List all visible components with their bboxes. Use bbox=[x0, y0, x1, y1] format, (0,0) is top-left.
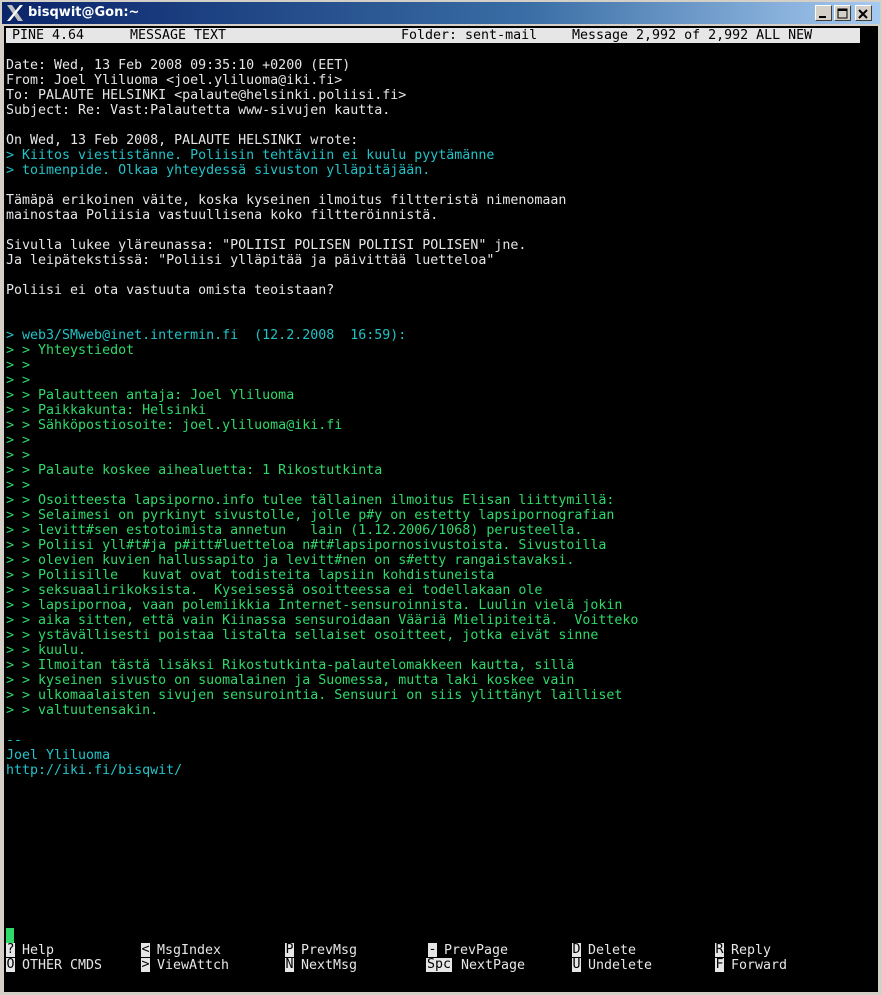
close-icon bbox=[858, 9, 868, 19]
command-key[interactable]: > bbox=[141, 958, 150, 972]
message-line: > > ulkomaalaisten sivujen sensurointia.… bbox=[6, 688, 623, 703]
message-line: > Kiitos viestistänne. Poliisin tehtävii… bbox=[6, 148, 495, 163]
message-line: > > bbox=[6, 433, 31, 448]
command-key[interactable]: D bbox=[572, 943, 581, 957]
message-line: > > Poliisille kuvat ovat todisteita lap… bbox=[6, 568, 495, 583]
message-line: > > kuulu. bbox=[6, 643, 87, 658]
command-label[interactable]: Help bbox=[22, 943, 54, 958]
message-line: > > Palautteen antaja: Joel Yliluoma bbox=[6, 388, 295, 403]
command-key[interactable]: P bbox=[285, 943, 294, 957]
message-line: > > valtuutensakin. bbox=[6, 703, 159, 718]
command-label[interactable]: Reply bbox=[731, 943, 771, 958]
command-label[interactable]: Undelete bbox=[588, 958, 652, 973]
message-line: > toimenpide. Olkaa yhteydessä sivuston … bbox=[6, 163, 431, 178]
command-label[interactable]: Forward bbox=[731, 958, 787, 973]
command-label[interactable]: ViewAttch bbox=[157, 958, 229, 973]
message-line: > > Palaute koskee aihealuetta: 1 Rikost… bbox=[6, 463, 383, 478]
message-line: > > Paikkakunta: Helsinki bbox=[6, 403, 207, 418]
message-line: > > Osoitteesta lapsiporno.info tulee tä… bbox=[6, 493, 615, 508]
message-line: > > bbox=[6, 358, 31, 373]
command-key[interactable]: - bbox=[428, 943, 437, 957]
message-line: > > olevien kuvien hallussapito ja levit… bbox=[6, 553, 575, 568]
command-label[interactable]: Delete bbox=[588, 943, 636, 958]
header-date: Date: Wed, 13 Feb 2008 09:35:10 +0200 (E… bbox=[6, 58, 351, 73]
maximize-button[interactable] bbox=[834, 5, 851, 21]
message-line: > > bbox=[6, 448, 31, 463]
message-line: > > bbox=[6, 478, 31, 493]
screen-mode: MESSAGE TEXT bbox=[130, 28, 227, 43]
terminal-window: bisqwit@Gon:~ PINE 4.64 MESSAGE TEXT Fol… bbox=[0, 0, 882, 995]
message-line: Sivulla lukee yläreunassa: "POLIISI POLI… bbox=[6, 238, 527, 253]
message-line: Ja leipätekstissä: "Poliisi ylläpitää ja… bbox=[6, 253, 495, 268]
message-line: > web3/SMweb@inet.intermin.fi (12.2.2008… bbox=[6, 328, 407, 343]
message-line: > > Selaimesi on pyrkinyt sivustolle, jo… bbox=[6, 508, 615, 523]
command-key[interactable]: F bbox=[715, 958, 724, 972]
message-line: On Wed, 13 Feb 2008, PALAUTE HELSINKI wr… bbox=[6, 133, 359, 148]
command-key[interactable]: < bbox=[141, 943, 150, 957]
message-line: > > kyseinen sivusto on suomalainen ja S… bbox=[6, 673, 575, 688]
pine-status-header: PINE 4.64 MESSAGE TEXT Folder: sent-mail… bbox=[6, 28, 860, 43]
command-key[interactable]: Spc bbox=[426, 958, 452, 972]
header-from: From: Joel Yliluoma <joel.yliluoma@iki.f… bbox=[6, 73, 343, 88]
maximize-icon bbox=[837, 8, 848, 19]
close-button[interactable] bbox=[855, 5, 872, 21]
app-version: PINE 4.64 bbox=[12, 28, 85, 43]
terminal-screen[interactable]: PINE 4.64 MESSAGE TEXT Folder: sent-mail… bbox=[4, 26, 878, 992]
command-label[interactable]: NextMsg bbox=[301, 958, 357, 973]
message-line: > > aika sitten, että vain Kiinassa sens… bbox=[6, 613, 639, 628]
message-line: > > bbox=[6, 373, 31, 388]
message-line: > > seksuaalirikoksista. Kyseisessä osoi… bbox=[6, 583, 543, 598]
command-label[interactable]: PrevPage bbox=[444, 943, 508, 958]
message-line: http://iki.fi/bisqwit/ bbox=[6, 763, 183, 778]
message-line: > > levitt#sen estotoimista annetun lain… bbox=[6, 523, 583, 538]
command-label[interactable]: NextPage bbox=[461, 958, 525, 973]
message-line: Joel Yliluoma bbox=[6, 748, 111, 763]
command-key[interactable]: N bbox=[285, 958, 294, 972]
command-label[interactable]: PrevMsg bbox=[301, 943, 357, 958]
message-line: > > ystävällisesti poistaa listalta sell… bbox=[6, 628, 599, 643]
header-to: To: PALAUTE HELSINKI <palaute@helsinki.p… bbox=[6, 88, 407, 103]
folder-name: Folder: sent-mail bbox=[401, 28, 538, 43]
window-title: bisqwit@Gon:~ bbox=[28, 5, 140, 20]
message-counter: Message 2,992 of 2,992 ALL NEW bbox=[572, 28, 813, 43]
minimize-icon bbox=[819, 16, 826, 18]
message-line: > > Poliisi yll#t#ja p#itt#luetteloa n#t… bbox=[6, 538, 607, 553]
title-bar[interactable]: bisqwit@Gon:~ bbox=[2, 2, 880, 24]
command-key[interactable]: ? bbox=[6, 943, 15, 957]
message-line: > > Sähköpostiosoite: joel.yliluoma@iki.… bbox=[6, 418, 343, 433]
command-key[interactable]: O bbox=[6, 958, 15, 972]
message-line: > > lapsipornoa, vaan polemiikkia Intern… bbox=[6, 598, 623, 613]
command-key[interactable]: U bbox=[572, 958, 581, 972]
message-line: > > Ilmoitan tästä lisäksi Rikostutkinta… bbox=[6, 658, 575, 673]
command-label[interactable]: MsgIndex bbox=[157, 943, 221, 958]
message-line: > > Yhteystiedot bbox=[6, 343, 135, 358]
message-line: Tämäpä erikoinen väite, koska kyseinen i… bbox=[6, 193, 567, 208]
minimize-button[interactable] bbox=[815, 5, 832, 21]
x-logo-icon bbox=[7, 5, 23, 21]
header-subject: Subject: Re: Vast:Palautetta www-sivujen… bbox=[6, 103, 391, 118]
command-label[interactable]: OTHER CMDS bbox=[22, 958, 102, 973]
message-line: -- bbox=[6, 733, 23, 748]
command-key[interactable]: R bbox=[715, 943, 724, 957]
message-line: mainostaa Poliisia vastuullisena koko fi… bbox=[6, 208, 439, 223]
message-line: Poliisi ei ota vastuuta omista teoistaan… bbox=[6, 283, 335, 298]
